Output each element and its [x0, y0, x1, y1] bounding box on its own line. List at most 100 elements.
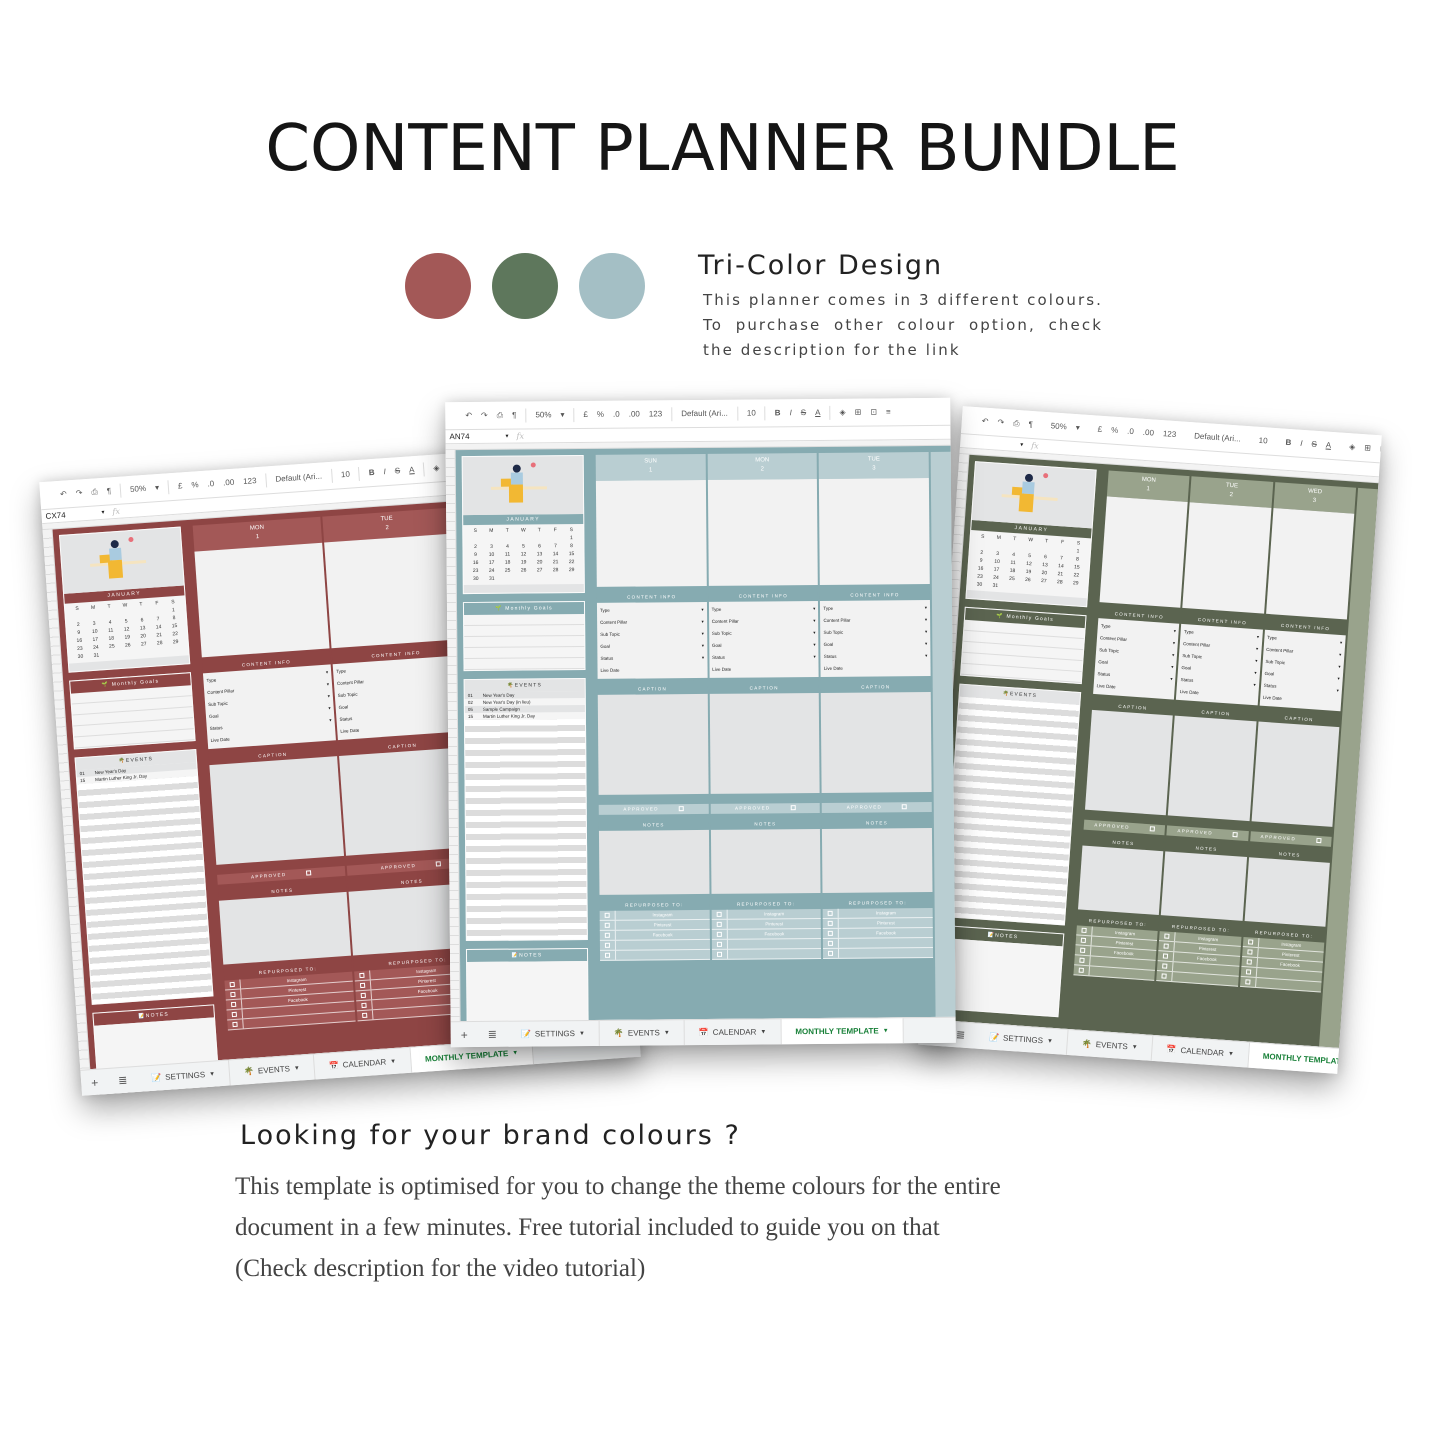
merge-cells-icon[interactable]: ⊡ — [870, 407, 877, 416]
checkbox[interactable] — [232, 1021, 238, 1028]
day-content-area[interactable] — [324, 533, 460, 649]
sheet-tab[interactable]: 📅 CALENDAR ▼ — [1151, 1035, 1250, 1068]
checkbox[interactable] — [716, 941, 722, 947]
dropdown-icon[interactable]: ▾ — [813, 627, 815, 639]
checkbox[interactable] — [604, 922, 610, 928]
print-icon[interactable]: ⎙ — [91, 487, 98, 497]
zoom-select[interactable]: 50% — [1050, 421, 1067, 431]
caption-area[interactable] — [1251, 721, 1340, 827]
dropdown-icon[interactable]: ▾ — [326, 667, 329, 679]
dropdown-icon[interactable]: ▾ — [1339, 649, 1342, 661]
chevron-down-icon[interactable]: ▼ — [294, 1065, 300, 1071]
chevron-down-icon[interactable]: ▾ — [1020, 441, 1023, 448]
chevron-down-icon[interactable]: ▼ — [579, 1031, 585, 1037]
notes-area[interactable] — [937, 938, 1063, 1017]
sheet-tab[interactable]: 🌴 EVENTS ▼ — [599, 1020, 685, 1046]
dropdown-icon[interactable]: ▾ — [701, 616, 703, 628]
zoom-select[interactable]: 50% — [535, 410, 551, 419]
sheet-tab[interactable]: 📅 CALENDAR ▼ — [313, 1047, 412, 1080]
undo-icon[interactable]: ↶ — [465, 411, 472, 420]
font-select[interactable]: Default (Ari... — [1194, 431, 1241, 443]
checkbox[interactable] — [1079, 947, 1086, 953]
info-field-row[interactable]: Type ▾ — [823, 602, 927, 615]
checkbox[interactable] — [229, 981, 235, 988]
dropdown-icon[interactable]: ▾ — [1171, 661, 1174, 673]
checkbox[interactable] — [1245, 969, 1251, 975]
currency-button[interactable]: £ — [178, 481, 183, 490]
paint-format-icon[interactable]: ¶ — [512, 411, 516, 420]
chevron-down-icon[interactable]: ▼ — [512, 1050, 518, 1056]
chevron-down-icon[interactable]: ▼ — [1047, 1038, 1053, 1044]
strikethrough-button[interactable]: S — [1311, 440, 1317, 449]
decrease-decimal-button[interactable]: .0 — [1127, 427, 1134, 436]
dropdown-icon[interactable]: ▾ — [329, 714, 332, 726]
dropdown-icon[interactable]: ▾ — [1172, 637, 1176, 649]
day-content-area[interactable] — [707, 478, 819, 586]
approved-checkbox[interactable] — [902, 804, 908, 810]
dropdown-icon[interactable]: ▾ — [925, 650, 927, 662]
chevron-down-icon[interactable]: ▼ — [1228, 1051, 1234, 1057]
checkbox[interactable] — [1244, 979, 1251, 985]
sheet-tab[interactable]: 📝 SETTINGS ▼ — [974, 1023, 1069, 1055]
dropdown-icon[interactable]: ▾ — [1336, 685, 1339, 697]
day-content-area[interactable] — [819, 477, 930, 585]
sheet-tab[interactable]: 📝 SETTINGS ▼ — [136, 1060, 231, 1092]
dropdown-icon[interactable]: ▾ — [1255, 655, 1258, 667]
sheet-tab[interactable]: 📝 SETTINGS ▼ — [506, 1020, 600, 1047]
checkbox[interactable] — [1164, 933, 1170, 939]
dropdown-icon[interactable]: ▾ — [925, 614, 927, 626]
font-select[interactable]: Default (Ari... — [275, 472, 322, 484]
fill-color-icon[interactable]: ◈ — [839, 408, 845, 417]
checkbox[interactable] — [604, 942, 610, 948]
notes-area[interactable] — [598, 829, 710, 895]
approved-checkbox[interactable] — [306, 870, 312, 876]
bold-button[interactable]: B — [369, 468, 375, 477]
approved-checkbox[interactable] — [1232, 832, 1238, 838]
dropdown-icon[interactable]: ▾ — [1253, 679, 1256, 691]
day-content-area[interactable] — [194, 542, 330, 658]
number-format-select[interactable]: 123 — [1163, 429, 1177, 439]
dropdown-icon[interactable]: ▾ — [326, 679, 330, 691]
percent-button[interactable]: % — [1111, 426, 1119, 435]
checkbox[interactable] — [1163, 943, 1170, 949]
checkbox[interactable] — [1247, 939, 1253, 945]
approved-checkbox[interactable] — [1315, 837, 1322, 844]
dropdown-icon[interactable]: ▾ — [813, 615, 815, 627]
dropdown-icon[interactable]: ▾ — [1172, 649, 1175, 661]
approved-checkbox[interactable] — [1149, 826, 1155, 832]
info-field-row[interactable]: Content Pillar ▾ — [712, 615, 816, 628]
checkbox[interactable] — [716, 931, 722, 937]
dropdown-icon[interactable]: ▾ — [1337, 673, 1340, 685]
italic-button[interactable]: I — [790, 408, 792, 417]
decrease-decimal-button[interactable]: .0 — [613, 410, 620, 419]
add-sheet-button[interactable]: + — [81, 1074, 109, 1090]
currency-button[interactable]: £ — [1097, 425, 1102, 434]
chevron-down-icon[interactable]: ▾ — [1075, 423, 1080, 432]
align-icon[interactable]: ≡ — [886, 407, 891, 416]
text-color-button[interactable]: A — [409, 465, 415, 474]
notes-area[interactable] — [710, 828, 821, 894]
cell-reference[interactable]: CX74 — [45, 509, 94, 521]
chevron-down-icon[interactable]: ▼ — [390, 1058, 396, 1064]
sheet-tab[interactable]: MONTHLY TEMPLATE ▼ — [781, 1018, 904, 1045]
print-icon[interactable]: ⎙ — [497, 410, 503, 420]
info-field-row[interactable]: Sub Topic ▾ — [712, 627, 816, 640]
fill-color-icon[interactable]: ◈ — [1349, 442, 1356, 451]
chevron-down-icon[interactable]: ▾ — [560, 410, 564, 419]
chevron-down-icon[interactable]: ▾ — [101, 509, 104, 516]
zoom-select[interactable]: 50% — [130, 484, 147, 494]
checkbox[interactable] — [828, 930, 834, 936]
dropdown-icon[interactable]: ▾ — [925, 638, 927, 650]
paint-format-icon[interactable]: ¶ — [107, 486, 112, 495]
currency-button[interactable]: £ — [583, 410, 588, 419]
caption-area[interactable] — [597, 693, 709, 795]
redo-icon[interactable]: ↷ — [997, 418, 1004, 427]
chevron-down-icon[interactable]: ▼ — [883, 1028, 889, 1034]
events-list-area[interactable] — [944, 696, 1080, 925]
info-field-row[interactable]: Live Date — [600, 664, 704, 677]
sheet-tab[interactable]: 🌴 EVENTS ▼ — [229, 1054, 316, 1086]
caption-area[interactable] — [1168, 715, 1257, 822]
chevron-down-icon[interactable]: ▾ — [505, 433, 508, 440]
info-field-row[interactable]: Status ▾ — [600, 652, 704, 665]
checkbox[interactable] — [1162, 963, 1168, 969]
